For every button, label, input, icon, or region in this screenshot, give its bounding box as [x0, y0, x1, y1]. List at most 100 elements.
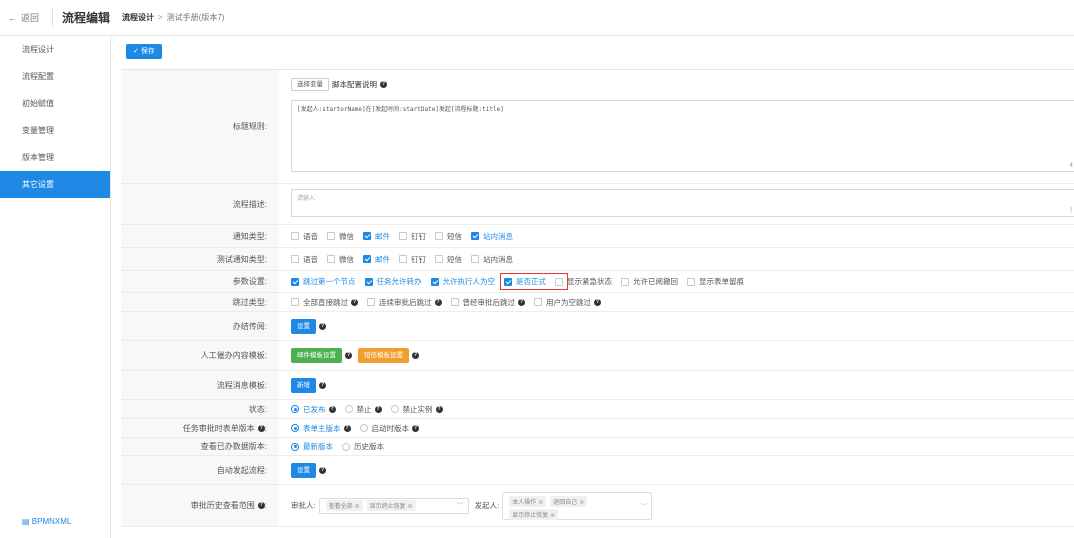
title-rule-textarea[interactable]: [发起人:startorName]在[发起时间:startDate]发起[流程标… [291, 100, 1074, 172]
close-icon[interactable]: ⊗ [550, 513, 555, 519]
checkbox[interactable] [399, 255, 407, 263]
checkbox[interactable] [367, 298, 375, 306]
add-template-button[interactable]: 新增 [291, 377, 316, 393]
checkbox-option[interactable]: 连续审批后跳过? [367, 297, 442, 308]
checkbox[interactable] [363, 255, 371, 263]
checkbox-option[interactable]: 用户为空跳过? [534, 297, 601, 308]
checkbox[interactable] [687, 277, 695, 286]
checkbox-option[interactable]: 允许已阅撤回 [621, 276, 678, 287]
checkbox-option[interactable]: 钉钉 [399, 231, 426, 242]
radio-button[interactable] [342, 442, 350, 451]
bpmnxml-link[interactable]: ▤ BPMNXML [22, 517, 71, 526]
checkbox[interactable] [435, 232, 443, 240]
help-icon[interactable]: ? [435, 405, 443, 413]
checkbox-option[interactable]: 微信 [327, 231, 354, 242]
checkbox-option[interactable]: 显示表单留痕 [687, 276, 744, 287]
sidebar-item[interactable]: 版本管理 [0, 144, 110, 171]
help-icon[interactable]: ? [319, 466, 326, 474]
help-icon[interactable]: ? [328, 405, 336, 413]
checkbox[interactable] [291, 277, 299, 286]
help-icon[interactable]: ? [351, 298, 358, 306]
checkbox-option[interactable]: 站内消息 [471, 254, 513, 265]
auto-start-settings-button[interactable]: 设置 [291, 462, 316, 478]
radio-option[interactable]: 已发布? [291, 404, 336, 415]
help-icon[interactable]: ? [374, 405, 382, 413]
checkbox-option[interactable]: 微信 [327, 254, 354, 265]
checkbox-option[interactable]: 短信 [435, 231, 462, 242]
checkbox[interactable] [450, 298, 459, 306]
checkbox[interactable] [435, 255, 443, 263]
help-icon[interactable]: ? [257, 424, 265, 432]
breadcrumb-current[interactable]: 流程设计 [122, 13, 154, 22]
sidebar-item[interactable]: 初始赋值 [0, 90, 110, 117]
checkbox-option[interactable]: 语音 [291, 231, 318, 242]
approver-select[interactable]: 查看全部 ⊗ 显示终止恢复 ⊗ ﹀ [318, 497, 469, 514]
checkbox[interactable] [471, 255, 479, 263]
checkbox-option[interactable]: 曾经审批后跳过? [450, 297, 525, 308]
sidebar-item[interactable]: 其它设置 [0, 171, 110, 198]
close-icon[interactable]: ⊗ [355, 504, 360, 510]
close-icon[interactable]: ⊗ [408, 504, 413, 510]
checkbox-option[interactable]: 钉钉 [399, 254, 426, 265]
checkbox-option[interactable]: 全部直接跳过? [291, 297, 358, 308]
checkbox-option[interactable]: 语音 [291, 254, 318, 265]
help-icon[interactable]: ? [319, 322, 326, 330]
sms-template-button[interactable]: 短信模板设置 [358, 348, 409, 363]
help-icon[interactable]: ? [343, 424, 351, 432]
starter-select[interactable]: 本人操作 ⊗ 退回自己 ⊗显示终止恢复 ⊗ ﹀ [502, 491, 653, 520]
checkbox[interactable] [399, 232, 407, 240]
help-icon[interactable]: ? [319, 381, 326, 389]
help-icon[interactable]: ? [345, 352, 352, 359]
radio-option[interactable]: 禁止? [344, 404, 382, 415]
checkbox[interactable] [471, 232, 479, 240]
help-icon[interactable]: ? [412, 424, 419, 432]
radio-option[interactable]: 禁止实例? [390, 404, 443, 415]
checkbox[interactable] [363, 232, 371, 240]
checkbox-option[interactable]: 任务允许转办 [364, 276, 422, 287]
select-tag: 显示终止恢复 ⊗ [366, 500, 416, 511]
close-icon[interactable]: ⊗ [579, 500, 584, 506]
save-button[interactable]: ✓ 保存 [126, 44, 162, 59]
checkbox[interactable] [327, 255, 335, 263]
radio-button[interactable] [291, 424, 299, 432]
help-icon[interactable]: ? [412, 352, 419, 359]
description-textarea[interactable]: 请输入 ( [291, 189, 1074, 217]
help-icon[interactable]: ? [257, 502, 265, 509]
help-icon[interactable]: ? [434, 298, 442, 306]
radio-option[interactable]: 表单主版本? [291, 423, 351, 434]
mail-template-button[interactable]: 邮件模板设置 [291, 348, 342, 363]
checkbox[interactable] [364, 277, 373, 286]
select-variable-button[interactable]: 选择变量 [291, 78, 329, 91]
radio-button[interactable] [291, 442, 299, 451]
checkbox-option[interactable]: 站内消息 [471, 231, 513, 242]
help-icon[interactable]: ? [518, 298, 525, 306]
checkbox-option[interactable]: 短信 [435, 254, 462, 265]
radio-option[interactable]: 最新版本 [291, 441, 333, 452]
sidebar-item[interactable]: 流程配置 [0, 63, 110, 90]
checkbox-option[interactable]: 跳过第一个节点 [291, 276, 356, 287]
checkbox[interactable] [291, 255, 299, 263]
checkbox[interactable] [291, 232, 299, 240]
sidebar-item[interactable]: 变量管理 [0, 117, 110, 144]
checkbox-option[interactable]: 邮件 [363, 231, 390, 242]
back-button[interactable]: ← 返回 [8, 11, 39, 24]
radio-button[interactable] [390, 405, 399, 413]
checkbox[interactable] [327, 232, 335, 240]
checkbox[interactable] [621, 277, 629, 286]
checkbox[interactable] [291, 298, 299, 306]
help-icon[interactable]: ? [594, 298, 601, 306]
sidebar-item[interactable]: 流程设计 [0, 36, 110, 63]
radio-button[interactable] [359, 424, 368, 432]
checkbox-option[interactable]: 允许执行人为空 [430, 276, 495, 287]
radio-button[interactable] [344, 405, 353, 413]
close-icon[interactable]: ⊗ [538, 500, 543, 506]
help-icon[interactable]: ? [380, 81, 387, 88]
checkbox-option[interactable]: 邮件 [363, 254, 390, 265]
checkbox-label: 连续审批后跳过 [379, 297, 432, 307]
radio-option[interactable]: 启动时版本? [359, 423, 419, 434]
radio-option[interactable]: 历史版本 [342, 441, 384, 452]
radio-button[interactable] [291, 405, 299, 413]
cc-settings-button[interactable]: 设置 [291, 318, 316, 334]
checkbox[interactable] [430, 277, 439, 286]
checkbox[interactable] [534, 298, 542, 306]
